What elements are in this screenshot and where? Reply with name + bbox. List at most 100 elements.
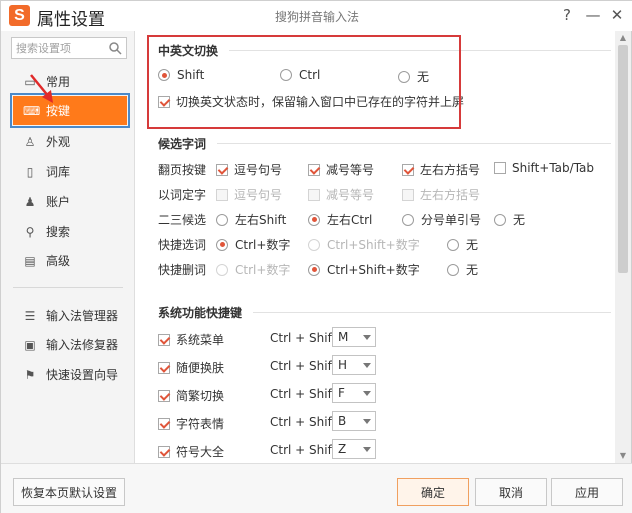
second-third-option-semicolon[interactable]: 分号单引号 — [402, 211, 481, 228]
page-option-brackets[interactable]: 左右方括号 — [402, 161, 480, 178]
checkbox-checked-icon[interactable] — [158, 389, 170, 402]
shortcut-simp-trad[interactable]: 简繁切换 — [158, 387, 224, 404]
search-box[interactable] — [11, 37, 127, 59]
word-option-comma-period[interactable]: 逗号句号 — [216, 186, 282, 203]
shortcut-label: 简繁切换 — [176, 389, 225, 403]
checkbox-disabled-icon[interactable] — [308, 188, 320, 201]
keyboard-icon: ⌨ — [23, 103, 41, 118]
repair-icon: ▣ — [24, 337, 36, 352]
word-to-char-label: 以词定字 — [158, 188, 207, 202]
page-option-comma-period[interactable]: 逗号句号 — [216, 161, 282, 178]
sidebar-item-search[interactable]: ⚲ 搜索 — [13, 217, 127, 246]
word-option-brackets[interactable]: 左右方括号 — [402, 186, 480, 203]
option-label: 无 — [513, 213, 526, 227]
chevron-down-icon — [363, 363, 371, 368]
sidebar-item-advanced[interactable]: ▤ 高级 — [13, 246, 127, 275]
search-input[interactable] — [16, 40, 102, 56]
page-option-shift-tab[interactable]: Shift+Tab/Tab — [494, 161, 594, 175]
chevron-down-icon — [363, 419, 371, 424]
close-button[interactable]: ✕ — [607, 4, 627, 26]
sidebar-item-account[interactable]: ♟ 账户 — [13, 187, 127, 216]
shortcut-char-emoji[interactable]: 字符表情 — [158, 415, 224, 432]
checkbox-checked-icon[interactable] — [216, 163, 228, 176]
app-name: 搜狗拼音输入法 — [274, 10, 359, 24]
radio-selected-icon[interactable] — [308, 213, 320, 226]
radio-selected-icon[interactable] — [308, 263, 320, 276]
restore-defaults-button[interactable]: 恢复本页默认设置 — [13, 478, 125, 506]
book-icon: ▯ — [26, 164, 34, 179]
shortcut-random-skin[interactable]: 随便换肤 — [158, 359, 224, 376]
option-label: Ctrl+Shift+数字 — [327, 263, 420, 277]
option-label: 左右方括号 — [420, 163, 481, 177]
checkbox-checked-icon[interactable] — [308, 163, 320, 176]
sidebar-item-ime-repair[interactable]: ▣ 输入法修复器 — [13, 330, 127, 359]
search-icon: ⚲ — [25, 224, 35, 239]
sidebar-item-quick-wizard[interactable]: ⚑ 快速设置向导 — [13, 360, 127, 389]
sidebar-item-dictionary[interactable]: ▯ 词库 — [13, 157, 127, 186]
sidebar-item-appearance[interactable]: ♙ 外观 — [13, 127, 127, 156]
checkbox-disabled-icon[interactable] — [216, 188, 228, 201]
section-title-shortcuts: 系统功能快捷键 — [158, 306, 243, 320]
quick-select-option-ctrl-shift-num[interactable]: Ctrl+Shift+数字 — [308, 236, 420, 253]
page-option-minus-equal[interactable]: 减号等号 — [308, 161, 374, 178]
annotation-highlight-box — [147, 35, 461, 129]
dropdown-value: H — [338, 358, 348, 372]
checkbox-checked-icon[interactable] — [158, 361, 170, 374]
option-label: 逗号句号 — [234, 188, 283, 202]
option-label: 左右Shift — [235, 213, 287, 227]
radio-selected-icon[interactable] — [216, 238, 228, 251]
shortcut-key-dropdown[interactable]: F — [332, 383, 376, 403]
search-icon[interactable] — [108, 41, 122, 55]
checkbox-disabled-icon[interactable] — [402, 188, 414, 201]
checkbox-icon[interactable] — [494, 162, 506, 174]
checkbox-checked-icon[interactable] — [158, 417, 170, 430]
radio-icon[interactable] — [447, 263, 459, 276]
radio-disabled-icon[interactable] — [216, 263, 228, 276]
cancel-button[interactable]: 取消 — [475, 478, 547, 506]
radio-icon[interactable] — [494, 213, 506, 226]
radio-icon[interactable] — [402, 213, 414, 226]
shortcut-key-dropdown[interactable]: M — [332, 327, 376, 347]
quick-delete-option-ctrl-shift-num[interactable]: Ctrl+Shift+数字 — [308, 261, 420, 278]
sidebar-item-label: 输入法修复器 — [46, 338, 119, 352]
scrollbar-thumb[interactable] — [618, 45, 628, 273]
quick-select-option-ctrl-num[interactable]: Ctrl+数字 — [216, 236, 290, 253]
word-option-minus-equal[interactable]: 减号等号 — [308, 186, 374, 203]
shortcut-key-dropdown[interactable]: H — [332, 355, 376, 375]
shortcut-symbols[interactable]: 符号大全 — [158, 443, 224, 460]
shortcut-label: 系统菜单 — [176, 333, 225, 347]
second-third-option-ctrl[interactable]: 左右Ctrl — [308, 211, 372, 228]
checkbox-checked-icon[interactable] — [158, 445, 170, 458]
quick-select-option-none[interactable]: 无 — [447, 236, 478, 253]
scroll-down-icon[interactable]: ▼ — [618, 451, 628, 461]
checkbox-checked-icon[interactable] — [158, 333, 170, 346]
sidebar-divider — [13, 287, 123, 288]
radio-icon[interactable] — [447, 238, 459, 251]
quick-delete-option-none[interactable]: 无 — [447, 261, 478, 278]
annotation-arrow-icon — [30, 74, 53, 103]
chevron-down-icon — [363, 335, 371, 340]
scroll-up-icon[interactable]: ▲ — [618, 33, 628, 43]
title-bar[interactable]: S 属性设置 搜狗拼音输入法 ? — ✕ — [1, 1, 632, 31]
sidebar-item-ime-manager[interactable]: ☰ 输入法管理器 — [13, 301, 127, 330]
minimize-button[interactable]: — — [583, 4, 603, 26]
shortcut-system-menu[interactable]: 系统菜单 — [158, 331, 224, 348]
shortcut-key-dropdown[interactable]: B — [332, 411, 376, 431]
second-third-option-none[interactable]: 无 — [494, 211, 525, 228]
help-button[interactable]: ? — [557, 4, 577, 26]
ok-button[interactable]: 确定 — [397, 478, 469, 506]
apply-button[interactable]: 应用 — [551, 478, 623, 506]
radio-icon[interactable] — [216, 213, 228, 226]
shortcut-key-dropdown[interactable]: Z — [332, 439, 376, 459]
manager-icon: ☰ — [24, 308, 36, 323]
second-third-option-shift[interactable]: 左右Shift — [216, 211, 286, 228]
quick-delete-option-ctrl-num[interactable]: Ctrl+数字 — [216, 261, 290, 278]
checkbox-checked-icon[interactable] — [402, 163, 414, 176]
sidebar-item-label: 搜索 — [46, 225, 71, 239]
vertical-scrollbar[interactable]: ▲ ▼ — [615, 31, 631, 463]
shortcut-label: 随便换肤 — [176, 361, 225, 375]
option-label: Ctrl+Shift+数字 — [327, 238, 420, 252]
option-label: 减号等号 — [326, 163, 375, 177]
radio-disabled-icon[interactable] — [308, 238, 320, 251]
page-keys-label: 翻页按键 — [158, 163, 207, 177]
